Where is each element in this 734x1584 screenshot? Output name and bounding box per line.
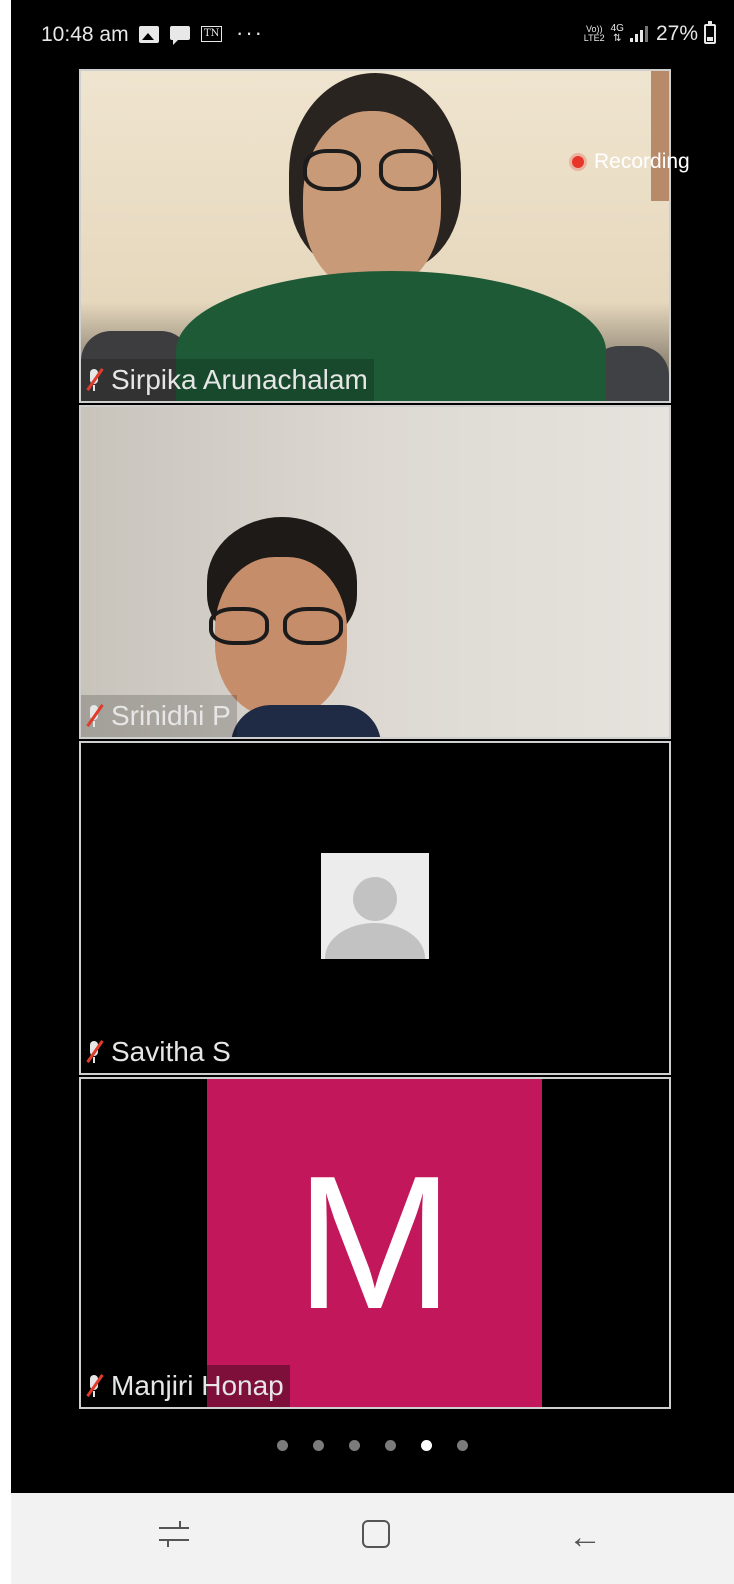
status-time: 10:48 am (41, 23, 129, 46)
home-icon[interactable] (357, 1515, 401, 1559)
participant-tile[interactable]: Savitha S (79, 741, 671, 1075)
volte-line2: LTE2 (583, 33, 605, 43)
mic-muted-icon (83, 367, 105, 393)
battery-percent: 27% (655, 22, 698, 45)
participant-name-label: Savitha S (81, 1031, 237, 1073)
battery-icon (704, 21, 716, 44)
participant-tile[interactable]: Sirpika Arunachalam (79, 69, 671, 403)
participant-name-label: Srinidhi P (81, 695, 237, 737)
battery-fill (707, 36, 713, 41)
participant-tile[interactable]: M Manjiri Honap (79, 1077, 671, 1409)
participant-name: Sirpika Arunachalam (111, 364, 368, 395)
signal-icon (629, 26, 650, 42)
phone-screen: 10:48 am TN ··· Vo)) LTE2 4G ⇅ 27% Sirpi… (11, 0, 734, 1584)
participant-name: Manjiri Honap (111, 1370, 284, 1401)
status-right: Vo)) LTE2 4G ⇅ 27% (584, 21, 716, 46)
participant-face (303, 111, 441, 291)
gallery-icon (139, 26, 159, 43)
participant-tile[interactable]: Srinidhi P (79, 405, 671, 739)
page-dot[interactable] (313, 1440, 324, 1451)
recording-dot-icon (572, 156, 584, 168)
tn-icon: TN (201, 26, 223, 42)
glasses (303, 149, 443, 191)
volte-icon: Vo)) LTE2 (584, 25, 605, 43)
default-avatar-icon (321, 853, 429, 959)
participant-initial-avatar: M (207, 1079, 542, 1407)
participant-name: Srinidhi P (111, 700, 231, 731)
page-indicator (11, 1440, 734, 1451)
participant-shirt (231, 705, 381, 737)
mic-muted-icon (83, 703, 105, 729)
network-arrows: ⇅ (613, 33, 622, 44)
back-icon[interactable]: ← (563, 1515, 607, 1559)
more-icon: ··· (236, 20, 264, 45)
page-dot-active[interactable] (421, 1440, 432, 1451)
participant-name-label: Manjiri Honap (81, 1365, 290, 1407)
participant-name-label: Sirpika Arunachalam (81, 359, 374, 401)
mic-muted-icon (83, 1039, 105, 1065)
page-dot[interactable] (385, 1440, 396, 1451)
system-nav-bar: ← (11, 1493, 734, 1584)
chat-icon (170, 26, 190, 45)
recording-indicator: Recording (572, 150, 690, 174)
background-curtain (651, 71, 669, 201)
page-dot[interactable] (349, 1440, 360, 1451)
status-bar: 10:48 am TN ··· Vo)) LTE2 4G ⇅ 27% (11, 0, 734, 70)
page-dot[interactable] (277, 1440, 288, 1451)
page-dot[interactable] (457, 1440, 468, 1451)
participant-name: Savitha S (111, 1036, 231, 1067)
glasses (209, 607, 349, 647)
recording-label: Recording (594, 150, 690, 173)
mic-muted-icon (83, 1373, 105, 1399)
recents-icon[interactable] (155, 1515, 199, 1559)
network-4g-icon: 4G ⇅ (611, 24, 624, 44)
